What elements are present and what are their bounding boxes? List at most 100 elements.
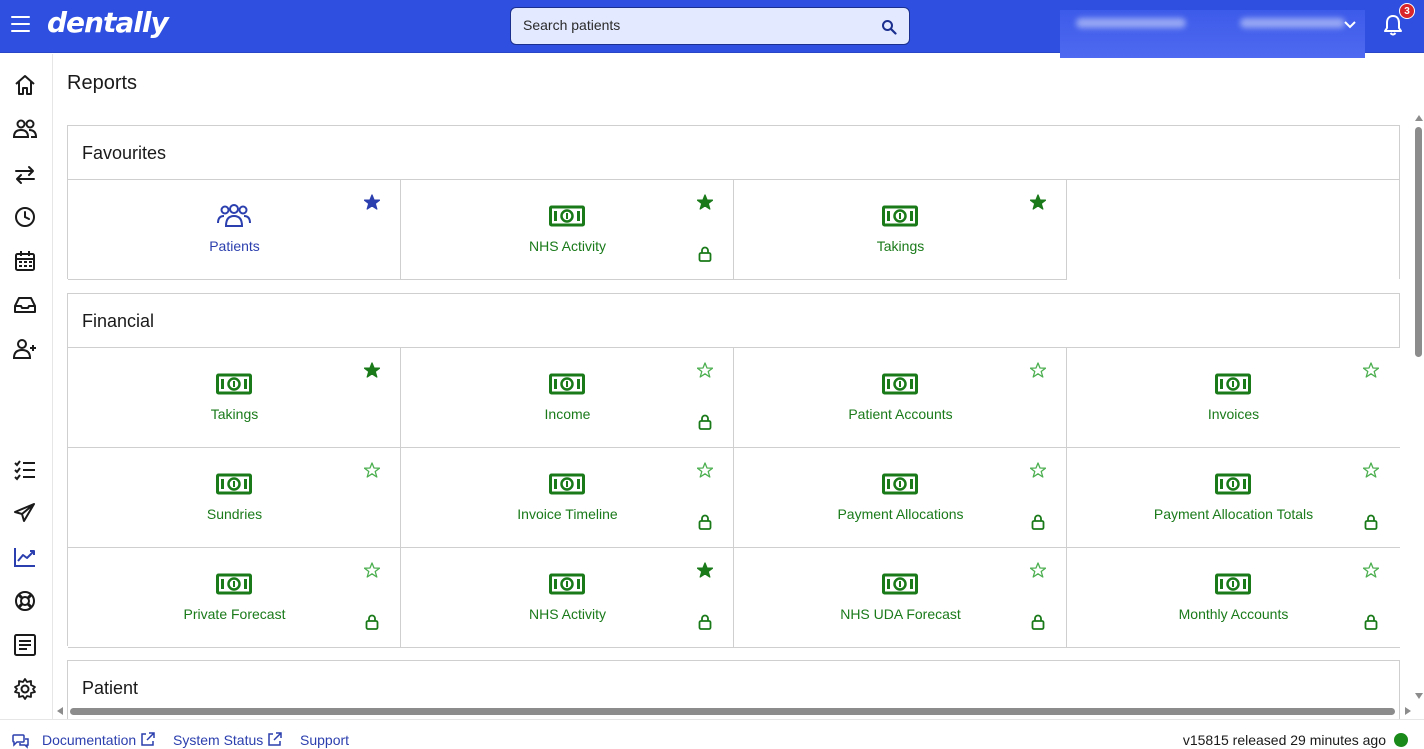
calendar-icon[interactable] — [12, 248, 38, 274]
report-tile[interactable]: Payment Allocations — [734, 448, 1067, 548]
system-status-link[interactable]: System Status — [173, 732, 263, 748]
report-tile-label: Invoice Timeline — [517, 506, 618, 522]
favourites-section: Favourites Patients NHS Activity Takings — [67, 125, 1400, 280]
settings-gear-icon[interactable] — [12, 676, 38, 702]
report-tile-label: Takings — [876, 238, 925, 254]
report-tile[interactable]: Sundries — [68, 448, 401, 548]
money-icon — [882, 205, 918, 227]
vertical-scroll-thumb[interactable] — [1415, 127, 1422, 357]
menu-hamburger-icon[interactable] — [11, 16, 31, 34]
star-outline-icon[interactable] — [697, 362, 713, 378]
star-outline-icon[interactable] — [1030, 462, 1046, 478]
report-tile[interactable]: Takings — [734, 180, 1067, 280]
search-icon[interactable] — [881, 19, 897, 35]
star-outline-icon[interactable] — [697, 462, 713, 478]
search-input[interactable] — [523, 17, 863, 33]
report-tile[interactable]: Monthly Accounts — [1067, 548, 1400, 648]
money-icon — [216, 573, 252, 595]
patients-icon[interactable] — [12, 116, 38, 142]
clock-icon[interactable] — [12, 204, 38, 230]
financial-title: Financial — [82, 311, 155, 331]
support-link[interactable]: Support — [300, 732, 349, 748]
star-outline-icon[interactable] — [1363, 362, 1379, 378]
report-tile-label: Sundries — [206, 506, 263, 522]
star-outline-icon[interactable] — [1030, 562, 1046, 578]
star-outline-icon[interactable] — [1363, 562, 1379, 578]
favourites-title: Favourites — [82, 143, 167, 163]
money-icon — [549, 205, 585, 227]
report-tile[interactable]: Private Forecast — [68, 548, 401, 648]
horizontal-scroll-thumb[interactable] — [70, 708, 1395, 715]
report-tile[interactable]: Patient Accounts — [734, 348, 1067, 448]
document-icon[interactable] — [12, 632, 38, 658]
add-user-icon[interactable] — [12, 336, 38, 362]
home-icon[interactable] — [12, 72, 38, 98]
send-icon[interactable] — [12, 500, 38, 526]
report-tile-label: Private Forecast — [183, 606, 286, 622]
external-link-icon[interactable] — [267, 732, 282, 747]
report-tile-label: Patients — [209, 238, 260, 254]
report-tile-label: Monthly Accounts — [1178, 606, 1289, 622]
report-tile[interactable]: Takings — [68, 348, 401, 448]
report-tile[interactable]: NHS UDA Forecast — [734, 548, 1067, 648]
lock-icon — [1031, 614, 1045, 630]
lock-icon — [1364, 514, 1378, 530]
reports-chart-icon[interactable] — [12, 544, 38, 570]
financial-section: Financial Takings Income Patient Accounts I… — [67, 293, 1400, 648]
patients-group-icon — [217, 204, 251, 227]
star-filled-icon[interactable] — [364, 362, 380, 378]
report-tile[interactable]: Invoices — [1067, 348, 1400, 448]
report-tile[interactable]: Payment Allocation Totals — [1067, 448, 1400, 548]
money-icon — [882, 373, 918, 395]
financial-header: Financial — [68, 294, 1399, 348]
report-tile-label: Patient Accounts — [848, 406, 953, 422]
report-tile-label: Payment Allocation Totals — [1153, 506, 1314, 522]
star-filled-icon[interactable] — [364, 194, 380, 210]
external-link-icon[interactable] — [140, 732, 155, 747]
star-filled-icon[interactable] — [697, 194, 713, 210]
checklist-icon[interactable] — [12, 456, 38, 482]
star-filled-icon[interactable] — [697, 562, 713, 578]
money-icon — [216, 473, 252, 495]
report-tile-label: Invoices — [1207, 406, 1260, 422]
side-nav — [0, 54, 53, 719]
report-tile[interactable]: Patients — [68, 180, 401, 280]
money-icon — [882, 573, 918, 595]
star-outline-icon[interactable] — [364, 562, 380, 578]
star-outline-icon[interactable] — [1030, 362, 1046, 378]
horizontal-scrollbar[interactable] — [55, 705, 1413, 717]
brand-logo[interactable]: dentally — [47, 6, 169, 39]
search-box[interactable] — [510, 7, 910, 45]
patient-title: Patient — [82, 678, 139, 698]
lock-icon — [698, 614, 712, 630]
lock-icon — [1031, 514, 1045, 530]
chevron-down-icon[interactable] — [1343, 18, 1357, 32]
notification-badge: 3 — [1399, 3, 1415, 19]
vertical-scrollbar[interactable] — [1413, 115, 1424, 711]
support-lifebuoy-icon[interactable] — [12, 588, 38, 614]
report-tile[interactable]: NHS Activity — [401, 548, 734, 648]
money-icon — [216, 373, 252, 395]
report-tile-label: NHS Activity — [528, 238, 606, 254]
favourites-header: Favourites — [68, 126, 1399, 180]
lock-icon — [1364, 614, 1378, 630]
report-tile[interactable]: NHS Activity — [401, 180, 734, 280]
star-outline-icon[interactable] — [1363, 462, 1379, 478]
practice-selector-blurred[interactable] — [1060, 10, 1365, 58]
report-tile[interactable]: Invoice Timeline — [401, 448, 734, 548]
star-filled-icon[interactable] — [1030, 194, 1046, 210]
money-icon — [1215, 373, 1251, 395]
status-indicator-dot — [1394, 733, 1408, 747]
report-tile[interactable]: Income — [401, 348, 734, 448]
money-icon — [1215, 573, 1251, 595]
footer: Documentation System Status Support v158… — [0, 719, 1424, 749]
lock-icon — [698, 246, 712, 262]
money-icon — [549, 573, 585, 595]
bell-icon[interactable] — [1382, 14, 1404, 36]
money-icon — [1215, 473, 1251, 495]
transfer-icon[interactable] — [12, 162, 38, 188]
money-icon — [882, 473, 918, 495]
star-outline-icon[interactable] — [364, 462, 380, 478]
inbox-icon[interactable] — [12, 292, 38, 318]
documentation-link[interactable]: Documentation — [42, 732, 136, 748]
